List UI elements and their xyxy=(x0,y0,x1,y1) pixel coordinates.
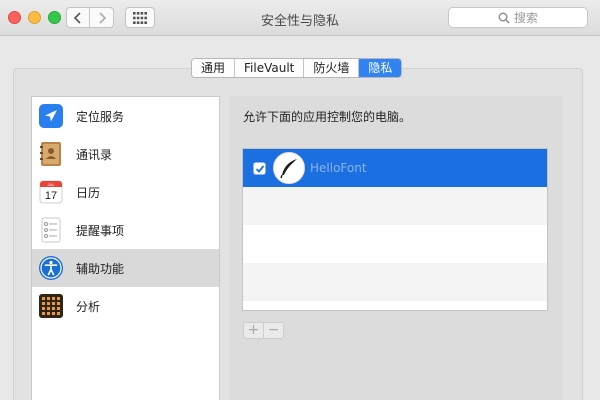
location-arrow-icon xyxy=(39,104,63,128)
tab-general[interactable]: 通用 xyxy=(192,59,236,77)
tab-privacy[interactable]: 隐私 xyxy=(359,59,402,77)
sidebar-item-label: 定位服务 xyxy=(76,109,125,124)
app-name: HelloFont xyxy=(310,161,367,175)
window-title: 安全性与隐私 xyxy=(260,14,339,29)
show-all-button[interactable] xyxy=(125,7,155,28)
sidebar-item-label: 辅助功能 xyxy=(76,261,125,276)
title-bar: 安全性与隐私 搜索 xyxy=(0,0,600,36)
app-row[interactable]: HelloFont xyxy=(243,149,547,187)
calendar-month: JUL xyxy=(47,182,55,187)
sidebar-item-accessibility[interactable]: 辅助功能 xyxy=(32,249,219,287)
privacy-prompt: 允许下面的应用控制您的电脑。 xyxy=(243,110,412,124)
app-list: HelloFont xyxy=(242,148,548,311)
tab-filevault[interactable]: FileVault xyxy=(235,59,305,77)
search-field[interactable]: 搜索 xyxy=(448,7,588,28)
empty-row xyxy=(243,187,547,225)
forward-button[interactable] xyxy=(90,7,114,28)
magnifier-icon xyxy=(498,12,510,24)
sidebar-item-contacts[interactable]: 通讯录 xyxy=(32,135,219,173)
privacy-category-list: 定位服务 通讯录 JUL 17 日历 提醒事项 辅助功能 分析 xyxy=(31,96,220,400)
sidebar-item-label: 通讯录 xyxy=(76,147,113,162)
add-app-button[interactable]: + xyxy=(243,322,264,339)
chevron-left-icon xyxy=(73,11,81,24)
sidebar-item-label: 分析 xyxy=(76,299,101,314)
sidebar-item-calendar[interactable]: JUL 17 日历 xyxy=(32,173,219,211)
sidebar-item-label: 提醒事项 xyxy=(76,223,125,238)
search-placeholder: 搜索 xyxy=(513,11,538,25)
calendar-icon: JUL 17 xyxy=(39,180,63,204)
remove-app-button[interactable]: − xyxy=(263,322,284,339)
reminders-icon xyxy=(41,217,61,243)
accessibility-icon xyxy=(39,256,63,280)
tab-firewall[interactable]: 防火墙 xyxy=(304,59,360,77)
grid-icon xyxy=(133,11,147,24)
sidebar-item-location-services[interactable]: 定位服务 xyxy=(32,97,219,135)
contacts-book-icon xyxy=(40,142,61,166)
analytics-grid-icon xyxy=(39,294,63,318)
minimize-window-button[interactable] xyxy=(28,11,41,24)
empty-row xyxy=(243,263,547,301)
sidebar-item-analytics[interactable]: 分析 xyxy=(32,287,219,325)
back-button[interactable] xyxy=(66,7,90,28)
sidebar-item-reminders[interactable]: 提醒事项 xyxy=(32,211,219,249)
quill-icon xyxy=(273,152,305,184)
sidebar-item-label: 日历 xyxy=(76,185,101,200)
chevron-right-icon xyxy=(98,11,106,24)
close-window-button[interactable] xyxy=(8,11,21,24)
zoom-window-button[interactable] xyxy=(48,11,61,24)
calendar-day: 17 xyxy=(45,190,57,202)
empty-row xyxy=(243,225,547,263)
checkmark-icon xyxy=(255,164,264,173)
app-enable-checkbox[interactable] xyxy=(253,162,266,175)
tab-bar: 通用 FileVault 防火墙 隐私 xyxy=(191,58,403,78)
